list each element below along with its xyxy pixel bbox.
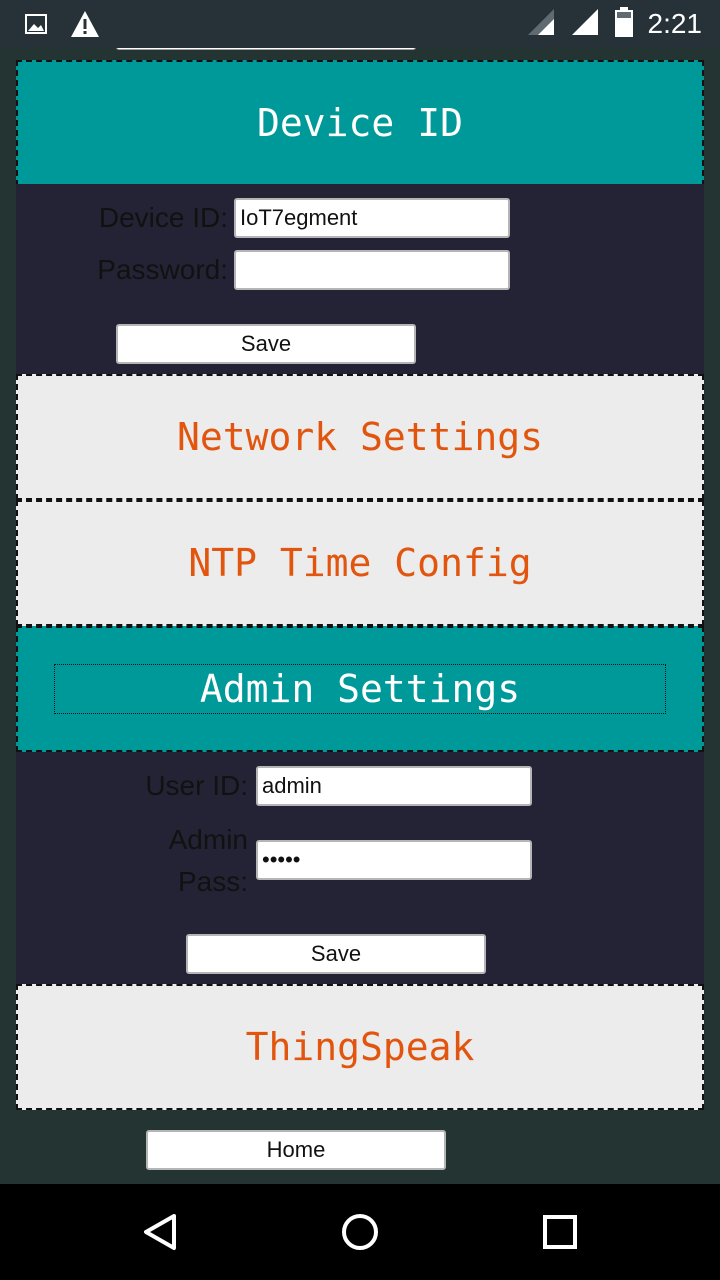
battery-icon	[614, 6, 634, 42]
save-button[interactable]: Save	[116, 324, 416, 364]
navigation-bar	[0, 1184, 720, 1280]
password-input[interactable]	[234, 250, 510, 290]
section-title: Device ID	[257, 101, 463, 145]
save-button[interactable]: Save	[186, 934, 486, 974]
admin-pass-input[interactable]: •••••	[256, 840, 532, 880]
home-circle-icon[interactable]	[336, 1208, 384, 1256]
user-id-input[interactable]: admin	[256, 766, 532, 806]
clock: 2:21	[647, 8, 703, 39]
admin-pass-label-line2: Pass:	[177, 866, 248, 897]
password-label: Password:	[97, 254, 228, 285]
admin-settings-section-header[interactable]: Admin Settings	[16, 626, 704, 752]
ntp-time-config-section[interactable]: NTP Time Config	[16, 500, 704, 626]
section-title: ThingSpeak	[245, 1025, 475, 1069]
admin-settings-panel: User ID: admin Admin Pass: ••••• Save	[16, 752, 704, 984]
admin-pass-label-line1: Admin	[168, 824, 248, 855]
clipped-button[interactable]	[116, 48, 416, 50]
section-title: Admin Settings	[199, 667, 521, 711]
device-id-section-header[interactable]: Device ID	[16, 60, 704, 186]
settings-page: Device ID Device ID: IoT7egment Password…	[0, 48, 720, 1184]
signal-icon	[526, 7, 556, 41]
network-settings-section[interactable]: Network Settings	[16, 374, 704, 500]
device-id-input[interactable]: IoT7egment	[234, 198, 510, 238]
status-bar: 2:21	[0, 0, 720, 48]
admin-settings-focus-box: Admin Settings	[54, 664, 666, 714]
image-notification-icon	[24, 12, 48, 40]
signal-icon	[570, 7, 600, 41]
home-button[interactable]: Home	[146, 1130, 446, 1170]
back-icon[interactable]	[136, 1208, 184, 1256]
device-id-label: Device ID:	[98, 202, 228, 233]
thingspeak-section[interactable]: ThingSpeak	[16, 984, 704, 1110]
recents-icon[interactable]	[536, 1208, 584, 1256]
section-title: Network Settings	[176, 415, 544, 459]
user-id-label: User ID:	[145, 770, 248, 801]
section-title: NTP Time Config	[188, 541, 532, 585]
warning-icon	[70, 10, 100, 42]
device-id-panel: Device ID: IoT7egment Password: Save	[16, 184, 704, 374]
